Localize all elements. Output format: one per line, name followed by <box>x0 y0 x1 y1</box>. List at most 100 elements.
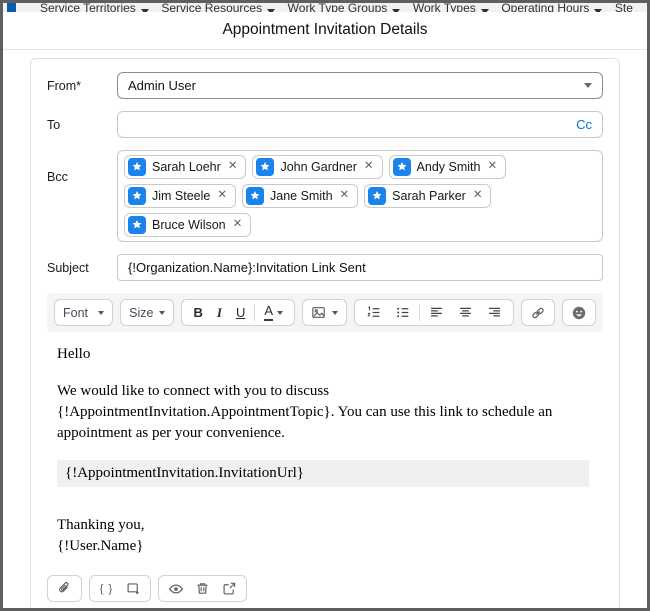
recipient-pill[interactable]: Jane Smith ✕ <box>242 184 359 208</box>
tab-partial[interactable]: Ste <box>615 3 633 12</box>
recipient-name: John Gardner <box>280 160 357 174</box>
insert-template-button[interactable] <box>120 576 147 601</box>
chevron-down-icon <box>392 9 401 12</box>
bcc-row: Bcc Sarah Loehr ✕ John Gardner ✕ Andy Sm… <box>47 150 603 242</box>
chevron-down-icon <box>159 310 166 315</box>
email-form-card: From* Admin User To Cc Bcc Sarah Loehr ✕… <box>30 58 620 608</box>
invitation-url-merge-field: {!AppointmentInvitation.InvitationUrl} <box>57 460 589 487</box>
subject-label: Subject <box>47 261 89 275</box>
recipient-name: Andy Smith <box>416 160 481 174</box>
email-body[interactable]: Hello We would like to connect with you … <box>47 332 603 573</box>
toolbar-divider <box>419 304 420 321</box>
recipient-name: Bruce Wilson <box>152 218 226 232</box>
recipient-name: Jim Steele <box>152 189 211 203</box>
align-right-button[interactable] <box>480 300 509 325</box>
tab-operating-hours[interactable]: Operating Hours <box>501 3 603 12</box>
subject-value: {!Organization.Name}:Invitation Link Sen… <box>128 260 366 275</box>
bullet-list-icon <box>397 307 409 318</box>
remove-recipient-icon[interactable]: ✕ <box>486 161 497 173</box>
remove-recipient-icon[interactable]: ✕ <box>227 161 238 173</box>
trash-icon <box>197 583 208 594</box>
preview-button[interactable] <box>162 576 189 601</box>
app-window: Service Territories Service Resources Wo… <box>0 0 650 611</box>
tab-service-resources[interactable]: Service Resources <box>161 3 276 12</box>
tab-label: Ste <box>614 3 633 12</box>
font-color-button[interactable]: A <box>257 300 290 325</box>
from-select[interactable]: Admin User <box>117 72 603 99</box>
link-icon <box>532 307 544 318</box>
tab-label: Service Territories <box>40 3 136 12</box>
recipient-pill[interactable]: Andy Smith ✕ <box>388 155 507 179</box>
align-center-button[interactable] <box>451 300 480 325</box>
font-size-dropdown[interactable]: Size <box>120 299 175 326</box>
recipient-pill[interactable]: Jim Steele ✕ <box>124 184 236 208</box>
attach-file-group <box>47 575 82 602</box>
preview-delete-group <box>158 575 247 602</box>
align-left-button[interactable] <box>422 300 451 325</box>
recipient-name: Sarah Parker <box>392 189 466 203</box>
tab-label: Service Resources <box>161 3 263 12</box>
merge-field-button[interactable]: { } <box>93 576 120 601</box>
to-input[interactable]: Cc <box>117 111 603 138</box>
font-color-glyph: A <box>264 304 273 321</box>
paperclip-icon <box>59 582 69 593</box>
remove-recipient-icon[interactable]: ✕ <box>216 190 227 202</box>
emoji-button[interactable] <box>562 299 596 326</box>
remove-recipient-icon[interactable]: ✕ <box>472 190 483 202</box>
contact-avatar-icon <box>256 158 275 176</box>
tab-work-types[interactable]: Work Types <box>413 3 489 12</box>
chevron-down-icon <box>98 310 105 315</box>
remove-recipient-icon[interactable]: ✕ <box>363 161 374 173</box>
from-value: Admin User <box>128 78 196 93</box>
chevron-down-icon <box>480 9 489 12</box>
tab-work-type-groups[interactable]: Work Type Groups <box>288 3 401 12</box>
body-greeting: Hello <box>57 346 91 362</box>
numbered-list-button[interactable] <box>359 300 388 325</box>
font-family-dropdown[interactable]: Font <box>54 299 114 326</box>
template-icon <box>127 583 139 594</box>
recipient-name: Jane Smith <box>270 189 333 203</box>
contact-avatar-icon <box>128 216 146 234</box>
remove-recipient-icon[interactable]: ✕ <box>232 219 243 231</box>
italic-button[interactable]: I <box>210 300 229 325</box>
to-row: To Cc <box>47 111 603 138</box>
chevron-down-icon <box>277 310 283 315</box>
bullet-list-button[interactable] <box>388 300 417 325</box>
appointment-invitation-modal: Appointment Invitation Details From* Adm… <box>3 12 647 608</box>
recipient-pill[interactable]: John Gardner ✕ <box>252 155 383 179</box>
delete-button[interactable] <box>189 576 216 601</box>
from-label: From* <box>47 79 82 93</box>
underline-button[interactable]: U <box>229 300 252 325</box>
remove-recipient-icon[interactable]: ✕ <box>339 190 350 202</box>
contact-avatar-icon <box>128 158 146 176</box>
recipient-pill[interactable]: Sarah Parker ✕ <box>364 184 492 208</box>
bold-button[interactable]: B <box>186 300 209 325</box>
modal-header: Appointment Invitation Details <box>3 12 647 50</box>
size-dropdown-label: Size <box>129 305 154 320</box>
tab-label: Work Types <box>412 3 476 12</box>
insert-image-button[interactable] <box>302 299 347 326</box>
numbered-list-icon <box>367 306 380 317</box>
bcc-label: Bcc <box>47 170 68 184</box>
tab-strip: Service Territories Service Resources Wo… <box>40 3 633 12</box>
cc-toggle-link[interactable]: Cc <box>576 117 592 132</box>
contact-avatar-icon <box>128 187 146 205</box>
contact-avatar-icon <box>392 158 411 176</box>
chevron-down-icon <box>332 310 338 315</box>
open-in-new-icon <box>223 582 236 595</box>
background-tab-bar: Service Territories Service Resources Wo… <box>3 3 647 12</box>
insert-link-button[interactable] <box>521 299 555 326</box>
subject-input[interactable]: {!Organization.Name}:Invitation Link Sen… <box>117 254 603 281</box>
chevron-down-icon <box>267 9 276 12</box>
align-center-icon <box>460 307 471 317</box>
bcc-input[interactable]: Sarah Loehr ✕ John Gardner ✕ Andy Smith … <box>117 150 603 242</box>
tab-service-territories[interactable]: Service Territories <box>40 3 149 12</box>
popout-button[interactable] <box>216 576 243 601</box>
tab-label: Work Type Groups <box>287 3 388 12</box>
app-logo-fragment <box>7 3 16 12</box>
recipient-pill[interactable]: Bruce Wilson ✕ <box>124 213 252 237</box>
tab-label: Operating Hours <box>501 3 590 12</box>
merge-template-group: { } <box>89 575 151 602</box>
attach-file-button[interactable] <box>51 576 78 601</box>
recipient-pill[interactable]: Sarah Loehr ✕ <box>124 155 247 179</box>
